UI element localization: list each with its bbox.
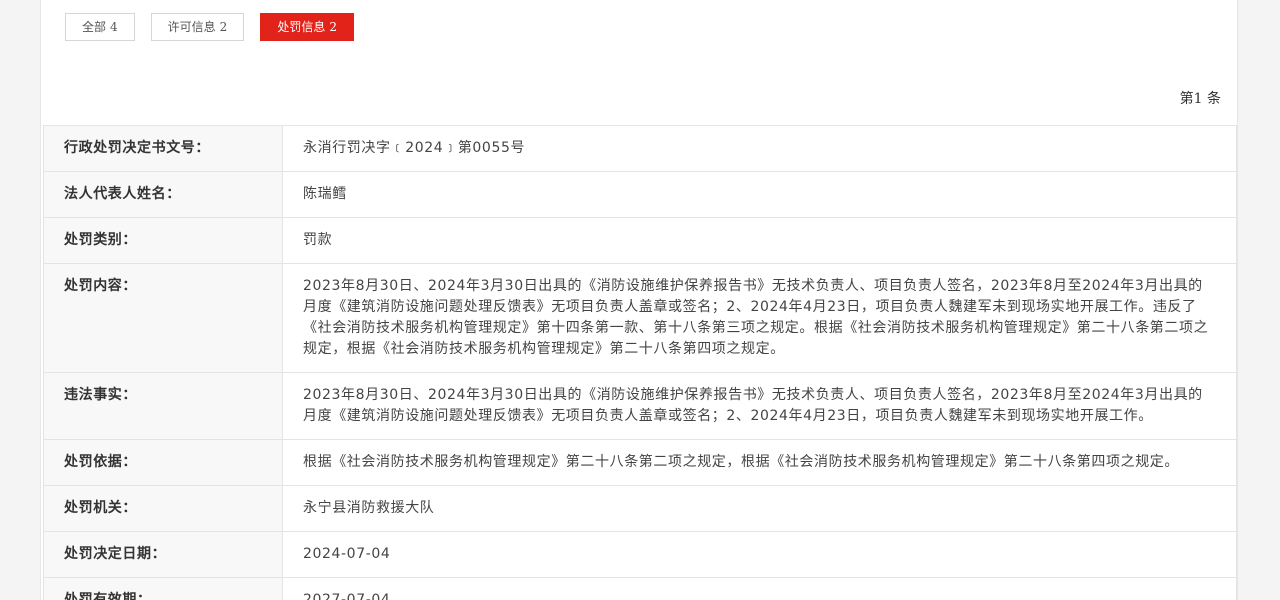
field-value: 2024-07-04: [282, 531, 1237, 578]
field-value: 2023年8月30日、2024年3月30日出具的《消防设施维护保养报告书》无技术…: [282, 372, 1237, 440]
table-row: 违法事实： 2023年8月30日、2024年3月30日出具的《消防设施维护保养报…: [43, 372, 1237, 440]
field-label: 处罚内容：: [43, 263, 283, 373]
tab-count: 4: [110, 20, 118, 34]
tab-count: 2: [329, 20, 337, 34]
table-row: 处罚决定日期： 2024-07-04: [43, 531, 1237, 578]
table-row: 法人代表人姓名： 陈瑞鳕: [43, 171, 1237, 218]
field-label: 处罚依据：: [43, 439, 283, 486]
field-value: 永宁县消防救援大队: [282, 485, 1237, 532]
field-value: 2027-07-04: [282, 577, 1237, 600]
table-row: 处罚依据： 根据《社会消防技术服务机构管理规定》第二十八条第二项之规定，根据《社…: [43, 439, 1237, 486]
field-value: 根据《社会消防技术服务机构管理规定》第二十八条第二项之规定，根据《社会消防技术服…: [282, 439, 1237, 486]
field-label: 法人代表人姓名：: [43, 171, 283, 218]
tab-license-info[interactable]: 许可信息 2: [150, 13, 245, 41]
field-value: 永消行罚决字﹝2024﹞第0055号: [282, 125, 1237, 172]
record-number: 第1 条: [1179, 91, 1221, 107]
field-label: 行政处罚决定书文号：: [43, 125, 283, 172]
penalty-detail-table: 行政处罚决定书文号： 永消行罚决字﹝2024﹞第0055号 法人代表人姓名： 陈…: [43, 125, 1237, 600]
tab-label: 许可信息: [167, 20, 216, 34]
field-label: 处罚类别：: [43, 217, 283, 264]
tab-penalty-info[interactable]: 处罚信息 2: [260, 13, 354, 41]
tab-all[interactable]: 全部 4: [65, 13, 135, 41]
table-row: 处罚内容： 2023年8月30日、2024年3月30日出具的《消防设施维护保养报…: [43, 263, 1237, 373]
field-label: 违法事实：: [43, 372, 283, 440]
field-value: 2023年8月30日、2024年3月30日出具的《消防设施维护保养报告书》无技术…: [282, 263, 1237, 373]
table-row: 处罚机关： 永宁县消防救援大队: [43, 485, 1237, 532]
table-row: 处罚有效期： 2027-07-04: [43, 577, 1237, 600]
tab-label: 处罚信息: [277, 20, 326, 34]
filter-tabs: 全部 4 许可信息 2 处罚信息 2: [65, 13, 354, 41]
tab-count: 2: [219, 20, 228, 34]
field-label: 处罚决定日期：: [43, 531, 283, 578]
detail-panel: 全部 4 许可信息 2 处罚信息 2 第1 条 行政处罚决定书文号： 永消行罚决字﹝2…: [40, 0, 1238, 600]
table-row: 处罚类别： 罚款: [43, 217, 1237, 264]
field-value: 罚款: [282, 217, 1237, 264]
field-value: 陈瑞鳕: [282, 171, 1237, 218]
field-label: 处罚有效期：: [43, 577, 283, 600]
table-row: 行政处罚决定书文号： 永消行罚决字﹝2024﹞第0055号: [43, 125, 1237, 172]
field-label: 处罚机关：: [43, 485, 283, 532]
tab-label: 全部: [82, 20, 107, 34]
